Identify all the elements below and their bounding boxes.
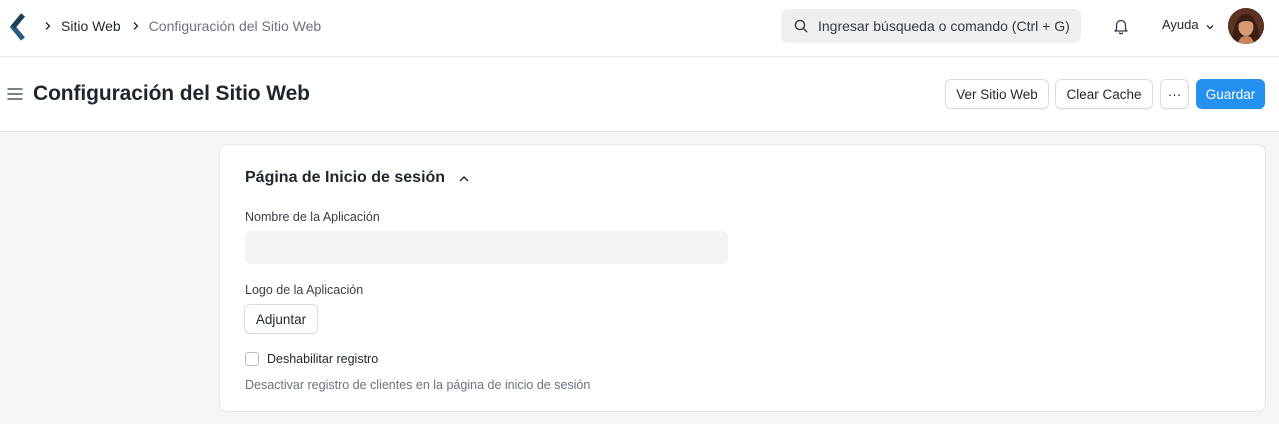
breadcrumb-current[interactable]: Configuración del Sitio Web <box>149 18 322 34</box>
clear-cache-button[interactable]: Clear Cache <box>1055 79 1153 109</box>
search-placeholder: Ingresar búsqueda o comando (Ctrl + G) <box>818 18 1070 34</box>
more-actions-button[interactable]: ··· <box>1160 79 1189 109</box>
disable-signup-row[interactable]: Deshabilitar registro <box>245 352 378 366</box>
section-title: Página de Inicio de sesión <box>245 169 446 186</box>
chevron-right-icon <box>42 20 54 32</box>
top-navbar: Sitio Web Configuración del Sitio Web In… <box>0 0 1279 57</box>
view-website-button[interactable]: Ver Sitio Web <box>945 79 1049 109</box>
help-dropdown[interactable]: Ayuda <box>1162 17 1215 32</box>
help-label: Ayuda <box>1162 17 1199 32</box>
app-name-field[interactable] <box>245 231 728 264</box>
menu-icon[interactable] <box>7 87 23 101</box>
search-icon <box>794 19 808 33</box>
app-logo-icon[interactable] <box>9 13 26 41</box>
chevron-down-icon <box>1205 20 1215 30</box>
disable-signup-description: Desactivar registro de clientes en la pá… <box>245 378 591 392</box>
page-header: Configuración del Sitio Web Ver Sitio We… <box>0 57 1279 132</box>
chevron-up-icon[interactable] <box>458 172 470 184</box>
notification-bell-icon[interactable] <box>1112 17 1130 35</box>
app-logo-label: Logo de la Aplicación <box>245 283 364 297</box>
disable-signup-checkbox[interactable] <box>245 352 259 366</box>
breadcrumb: Sitio Web Configuración del Sitio Web <box>42 17 321 35</box>
login-page-section: Página de Inicio de sesión Nombre de la … <box>219 144 1266 412</box>
section-header[interactable]: Página de Inicio de sesión <box>245 169 470 187</box>
page-title: Configuración del Sitio Web <box>33 82 310 105</box>
chevron-right-icon <box>130 20 142 32</box>
search-input[interactable]: Ingresar búsqueda o comando (Ctrl + G) <box>781 9 1081 43</box>
attach-button[interactable]: Adjuntar <box>244 304 318 334</box>
avatar[interactable] <box>1228 8 1264 44</box>
save-button[interactable]: Guardar <box>1196 79 1265 109</box>
app-name-label: Nombre de la Aplicación <box>245 210 380 224</box>
breadcrumb-sitio-web[interactable]: Sitio Web <box>61 18 121 34</box>
disable-signup-label[interactable]: Deshabilitar registro <box>267 352 378 366</box>
